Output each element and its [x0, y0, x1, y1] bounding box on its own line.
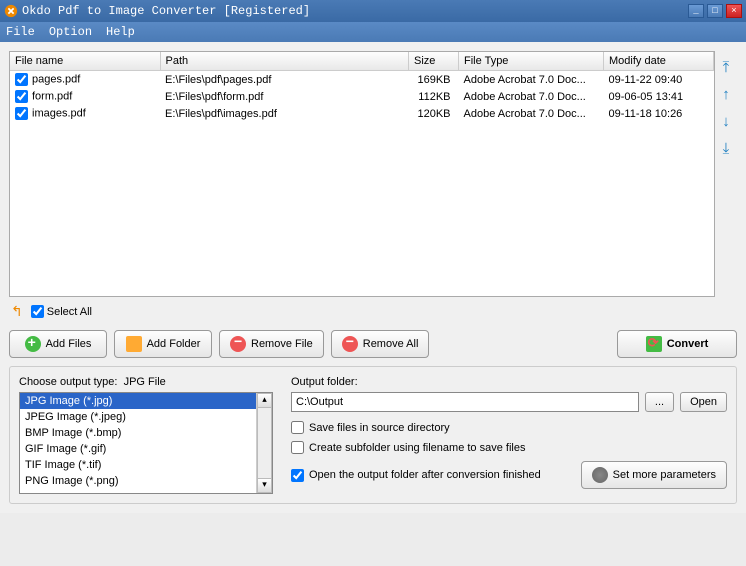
maximize-button[interactable]: □: [707, 4, 723, 18]
table-row[interactable]: form.pdf E:\Files\pdf\form.pdf 112KB Ado…: [10, 88, 714, 105]
col-filename[interactable]: File name: [10, 52, 160, 71]
set-more-parameters-button[interactable]: Set more parameters: [581, 461, 727, 489]
list-item[interactable]: JPEG Image (*.jpeg): [20, 409, 256, 425]
menu-option[interactable]: Option: [49, 25, 92, 39]
list-item[interactable]: TIF Image (*.tif): [20, 457, 256, 473]
window-title: Okdo Pdf to Image Converter [Registered]: [22, 4, 685, 18]
menu-bar: File Option Help: [0, 22, 746, 42]
file-list[interactable]: File name Path Size File Type Modify dat…: [9, 51, 715, 297]
add-folder-button[interactable]: Add Folder: [114, 330, 212, 358]
output-folder-label: Output folder:: [291, 376, 727, 388]
minimize-button[interactable]: _: [688, 4, 704, 18]
title-bar: Okdo Pdf to Image Converter [Registered]…: [0, 0, 746, 22]
output-folder-input[interactable]: [291, 392, 639, 412]
up-folder-icon[interactable]: ↰: [11, 303, 23, 320]
select-all-checkbox[interactable]: Select All: [31, 305, 92, 318]
menu-help[interactable]: Help: [106, 25, 135, 39]
move-up-icon[interactable]: ↑: [722, 86, 730, 103]
open-folder-button[interactable]: Open: [680, 392, 727, 412]
reorder-buttons: ⤒ ↑ ↓ ⤓: [715, 51, 737, 297]
scroll-down-icon[interactable]: ▾: [257, 478, 272, 493]
output-type-label: Choose output type: JPG File: [19, 376, 273, 388]
row-checkbox[interactable]: [15, 107, 28, 120]
app-icon: [4, 4, 18, 18]
convert-icon: [646, 336, 662, 352]
minus-icon: [342, 336, 358, 352]
table-row[interactable]: images.pdf E:\Files\pdf\images.pdf 120KB…: [10, 105, 714, 122]
col-filetype[interactable]: File Type: [459, 52, 604, 71]
folder-icon: [126, 336, 142, 352]
gear-icon: [592, 467, 608, 483]
row-checkbox[interactable]: [15, 73, 28, 86]
scrollbar[interactable]: ▴ ▾: [256, 393, 272, 493]
menu-file[interactable]: File: [6, 25, 35, 39]
minus-icon: [230, 336, 246, 352]
open-output-checkbox[interactable]: Open the output folder after conversion …: [291, 469, 581, 482]
output-type-list[interactable]: JPG Image (*.jpg) JPEG Image (*.jpeg) BM…: [19, 392, 273, 494]
remove-file-button[interactable]: Remove File: [219, 330, 324, 358]
move-bottom-icon[interactable]: ⤓: [723, 140, 730, 157]
col-size[interactable]: Size: [409, 52, 459, 71]
col-path[interactable]: Path: [160, 52, 409, 71]
list-item[interactable]: BMP Image (*.bmp): [20, 425, 256, 441]
browse-button[interactable]: ...: [645, 392, 674, 412]
convert-button[interactable]: Convert: [617, 330, 737, 358]
list-item[interactable]: PNG Image (*.png): [20, 473, 256, 489]
save-in-source-checkbox[interactable]: Save files in source directory: [291, 421, 727, 434]
list-item[interactable]: JPG Image (*.jpg): [20, 393, 256, 409]
add-files-button[interactable]: Add Files: [9, 330, 107, 358]
plus-icon: [25, 336, 41, 352]
row-checkbox[interactable]: [15, 90, 28, 103]
scroll-up-icon[interactable]: ▴: [257, 393, 272, 408]
list-item[interactable]: GIF Image (*.gif): [20, 441, 256, 457]
create-subfolder-checkbox[interactable]: Create subfolder using filename to save …: [291, 441, 727, 454]
close-button[interactable]: ×: [726, 4, 742, 18]
move-top-icon[interactable]: ⤒: [723, 59, 730, 76]
table-row[interactable]: pages.pdf E:\Files\pdf\pages.pdf 169KB A…: [10, 71, 714, 89]
move-down-icon[interactable]: ↓: [722, 113, 730, 130]
remove-all-button[interactable]: Remove All: [331, 330, 430, 358]
col-modifydate[interactable]: Modify date: [604, 52, 714, 71]
